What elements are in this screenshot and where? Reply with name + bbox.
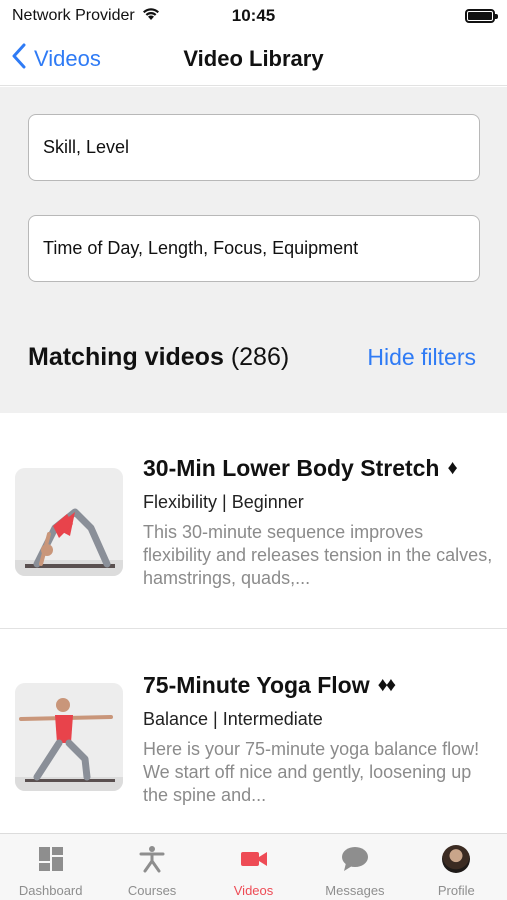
profile-avatar-wrapper bbox=[441, 844, 471, 874]
difficulty-diamond-icon: ♦♦ bbox=[377, 674, 396, 696]
back-button[interactable]: Videos bbox=[0, 43, 101, 75]
tab-courses-label: Courses bbox=[127, 883, 177, 898]
video-title-row: 75-Minute Yoga Flow ♦♦ bbox=[143, 672, 495, 699]
video-meta: Balance | Intermediate bbox=[143, 709, 323, 729]
tab-videos[interactable]: Videos bbox=[203, 834, 304, 900]
video-meta: Flexibility | Beginner bbox=[143, 492, 304, 512]
skill-level-filter[interactable]: Skill, Level bbox=[28, 114, 480, 181]
status-left: Network Provider bbox=[12, 6, 212, 26]
tab-profile[interactable]: Profile bbox=[406, 834, 507, 900]
video-text: 30-Min Lower Body Stretch ♦ Flexibility … bbox=[143, 455, 495, 590]
difficulty-diamond-icon: ♦ bbox=[447, 457, 457, 479]
tab-dashboard-label: Dashboard bbox=[18, 883, 83, 898]
video-list-item[interactable]: 75-Minute Yoga Flow ♦♦ Balance | Interme… bbox=[0, 630, 507, 846]
tab-messages-label: Messages bbox=[325, 883, 385, 898]
tab-courses[interactable]: Courses bbox=[101, 834, 202, 900]
chat-bubble-icon bbox=[340, 844, 370, 874]
tab-bar: Dashboard Courses Videos Messages Profil… bbox=[0, 833, 507, 900]
video-thumbnail bbox=[15, 683, 123, 791]
video-thumbnail bbox=[15, 468, 123, 576]
tab-videos-label: Videos bbox=[233, 883, 274, 898]
skill-level-filter-label: Skill, Level bbox=[43, 137, 130, 157]
matching-videos-count: (286) bbox=[230, 343, 290, 371]
tab-messages[interactable]: Messages bbox=[304, 834, 405, 900]
carrier-label: Network Provider bbox=[12, 7, 135, 24]
video-description: This 30-minute sequence improves flexibi… bbox=[143, 522, 493, 588]
video-camera-icon bbox=[239, 844, 269, 874]
dashboard-icon bbox=[36, 844, 66, 874]
back-button-label: Videos bbox=[34, 45, 101, 71]
video-title: 75-Minute Yoga Flow bbox=[143, 672, 370, 698]
video-description: Here is your 75-minute yoga balance flow… bbox=[143, 739, 480, 805]
avatar bbox=[442, 845, 471, 873]
video-text: 75-Minute Yoga Flow ♦♦ Balance | Interme… bbox=[143, 672, 495, 807]
time-length-focus-equipment-filter-label: Time of Day, Length, Focus, Equipment bbox=[43, 238, 359, 258]
wifi-icon bbox=[141, 6, 161, 26]
status-bar: Network Provider 10:45 bbox=[0, 0, 507, 32]
tab-profile-label: Profile bbox=[437, 883, 475, 898]
hide-filters-button[interactable]: Hide filters bbox=[367, 344, 476, 371]
video-list-item[interactable]: 30-Min Lower Body Stretch ♦ Flexibility … bbox=[0, 413, 507, 629]
chevron-left-icon bbox=[12, 43, 26, 75]
matching-videos-row: Matching videos (286) Hide filters bbox=[28, 343, 476, 372]
video-title: 30-Min Lower Body Stretch bbox=[143, 455, 440, 481]
status-right bbox=[465, 9, 498, 23]
video-title-row: 30-Min Lower Body Stretch ♦ bbox=[143, 455, 495, 482]
person-stretch-icon bbox=[137, 844, 167, 874]
time-length-focus-equipment-filter[interactable]: Time of Day, Length, Focus, Equipment bbox=[28, 215, 480, 282]
navigation-bar: Videos Video Library bbox=[0, 32, 507, 86]
tab-dashboard[interactable]: Dashboard bbox=[0, 834, 101, 900]
matching-videos-label: Matching videos bbox=[28, 343, 224, 371]
battery-icon bbox=[465, 9, 498, 23]
matching-videos-heading: Matching videos (286) bbox=[28, 343, 289, 372]
filters-panel: Skill, Level Time of Day, Length, Focus,… bbox=[0, 87, 507, 413]
